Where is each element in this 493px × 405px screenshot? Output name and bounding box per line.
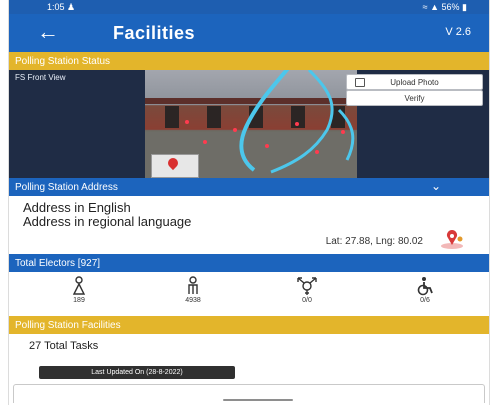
- upload-photo-button[interactable]: Upload Photo: [346, 74, 483, 90]
- front-view-label: FS Front View: [15, 73, 66, 82]
- map-thumbnail[interactable]: [151, 154, 199, 178]
- battery-icon: ▮: [462, 1, 467, 12]
- polling-station-facilities-header: Polling Station Facilities: [9, 316, 489, 334]
- section-label: Polling Station Status: [15, 55, 111, 67]
- last-updated-text: Last Updated On (28-8-2022): [91, 369, 183, 376]
- photo-marker: [185, 120, 189, 124]
- photo-door: [331, 106, 345, 128]
- elector-count: 0/6: [420, 297, 430, 304]
- photo-door: [165, 106, 179, 128]
- verify-label: Verify: [404, 93, 425, 103]
- wheelchair-icon: [417, 277, 433, 296]
- version-label: V 2.6: [445, 26, 471, 38]
- photo-marker: [233, 128, 237, 132]
- elector-count: 189: [73, 297, 85, 304]
- photo-marker: [341, 130, 345, 134]
- photo-panel: FS Front View Upload Photo Verify: [9, 70, 489, 178]
- status-right: ≈ ▲ 56% ▮: [423, 2, 467, 13]
- status-time-text: 1:05: [47, 1, 65, 12]
- photo-door: [207, 106, 221, 128]
- verify-button[interactable]: Verify: [346, 90, 483, 106]
- polling-station-status-header: Polling Station Status: [9, 52, 489, 70]
- map-pin-icon: [165, 155, 181, 171]
- wifi-icon: ≈: [422, 1, 428, 12]
- polling-station-address-header[interactable]: Polling Station Address ⌄: [9, 178, 489, 196]
- last-updated-badge: Last Updated On (28-8-2022): [39, 366, 235, 379]
- status-time: 1:05 ♟: [47, 2, 75, 13]
- arrow-left-icon[interactable]: ←: [37, 21, 59, 43]
- photo-marker: [315, 150, 319, 154]
- transgender-icon: [297, 277, 317, 295]
- photo-marker: [265, 144, 269, 148]
- senior-icon: [188, 276, 198, 294]
- elector-transgender: 0/0: [287, 274, 327, 304]
- polling-station-photo[interactable]: [145, 70, 357, 178]
- address-english: Address in English: [23, 200, 131, 215]
- app-screen: 1:05 ♟ ≈ ▲ 56% ▮ ← Facilities V 2.6 Poll…: [8, 0, 490, 405]
- elector-wheelchair: 0/6: [405, 274, 445, 304]
- elector-female: 189: [59, 274, 99, 304]
- electors-categories: 189 4938 0/0 0/6: [9, 274, 489, 312]
- elector-count: 4938: [185, 297, 201, 304]
- camera-icon: [355, 78, 365, 87]
- battery-text: 56%: [441, 1, 460, 12]
- signal-icon: ▲: [430, 1, 439, 12]
- elector-senior: 4938: [173, 274, 213, 304]
- upload-photo-label: Upload Photo: [390, 77, 439, 87]
- section-label: Polling Station Address: [15, 181, 118, 193]
- person-icon: ♟: [67, 1, 76, 12]
- lat-lng-text: Lat: 27.88, Lng: 80.02: [325, 236, 423, 247]
- page-title: Facilities: [113, 23, 196, 43]
- photo-marker: [245, 160, 249, 164]
- map-pin-icon[interactable]: [439, 230, 465, 250]
- photo-marker: [203, 140, 207, 144]
- section-label: Polling Station Facilities: [15, 319, 121, 331]
- total-electors-header: Total Electors [927]: [9, 254, 489, 272]
- photo-door: [249, 106, 263, 128]
- elector-count: 0/0: [302, 297, 312, 304]
- app-bar: ← Facilities V 2.6: [9, 14, 489, 52]
- photo-roof: [145, 98, 357, 104]
- home-indicator[interactable]: [223, 399, 293, 401]
- total-tasks[interactable]: 27 Total Tasks: [29, 340, 98, 352]
- section-label: Total Electors [927]: [15, 257, 101, 269]
- female-icon: [72, 276, 86, 295]
- chevron-down-icon[interactable]: ⌄: [431, 179, 441, 193]
- address-regional: Address in regional language: [23, 214, 192, 229]
- photo-marker: [295, 122, 299, 126]
- status-bar: 1:05 ♟ ≈ ▲ 56% ▮: [9, 0, 489, 14]
